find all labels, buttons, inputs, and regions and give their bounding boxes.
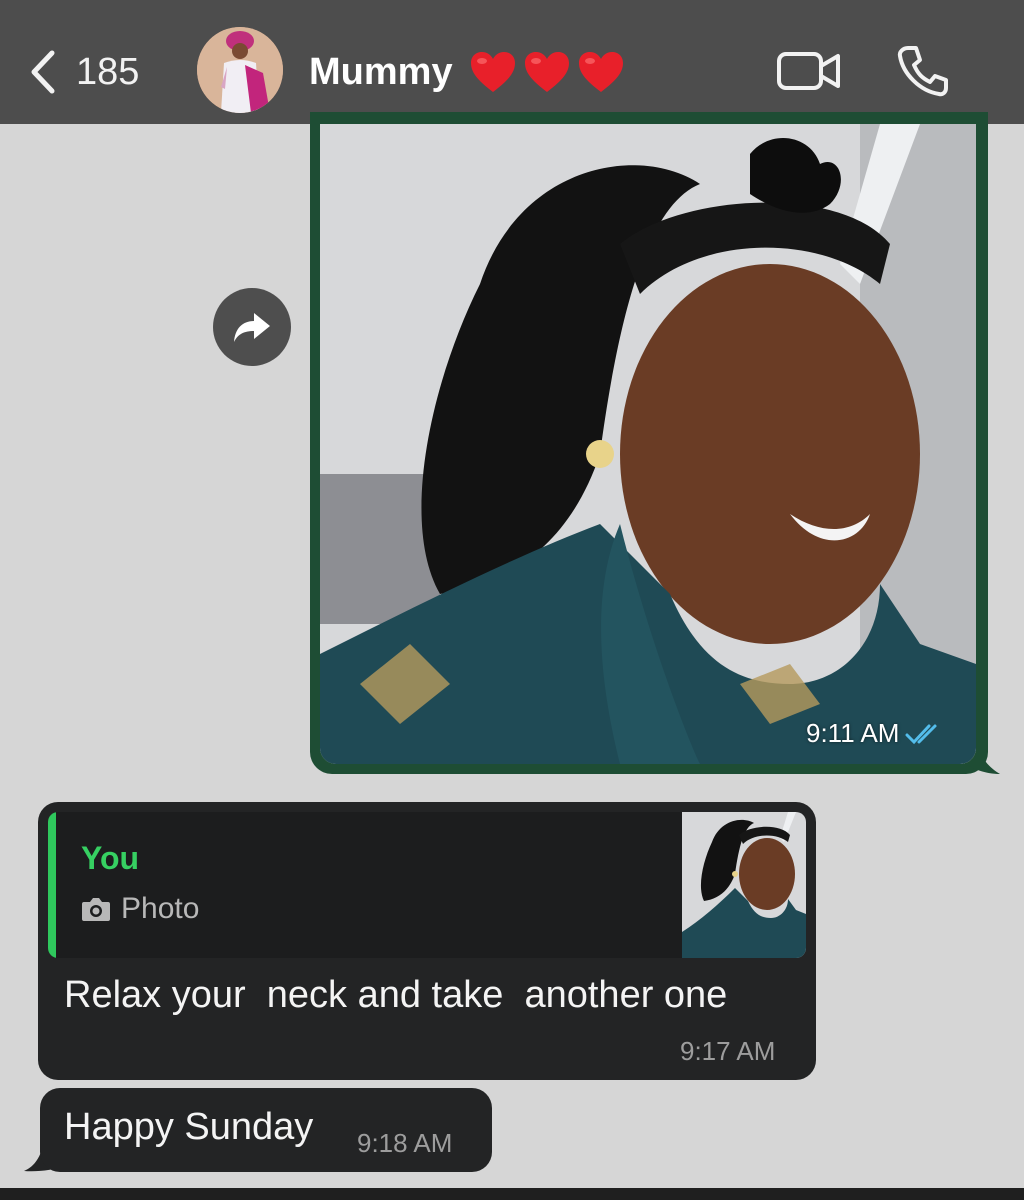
video-call-button[interactable]: [776, 48, 842, 94]
quote-type: Photo: [81, 892, 199, 926]
sunday-message-text: Happy Sunday: [64, 1106, 314, 1148]
contact-name[interactable]: Mummy: [309, 44, 625, 100]
hearts: [469, 50, 625, 94]
quoted-message[interactable]: You Photo: [48, 812, 806, 958]
back-button[interactable]: 185: [26, 44, 156, 100]
voice-call-button[interactable]: [896, 44, 950, 98]
heart-icon: [470, 52, 515, 92]
double-check-icon: [905, 724, 937, 744]
chevron-left-icon: [31, 50, 55, 94]
forward-button[interactable]: [213, 288, 291, 366]
heart-icon: [524, 52, 569, 92]
photo-image[interactable]: [320, 124, 976, 764]
unread-count: 185: [76, 50, 140, 93]
photo-time-text: 9:11 AM: [806, 718, 900, 748]
avatar[interactable]: [197, 27, 283, 113]
heart-icon: [578, 52, 623, 92]
quote-author: You: [81, 840, 140, 876]
forward-arrow-icon: [234, 313, 270, 342]
contact-name-text: Mummy: [309, 50, 453, 93]
camera-icon: [82, 898, 110, 921]
quote-thumbnail: [682, 812, 806, 958]
sunday-timestamp: 9:18 AM: [357, 1128, 453, 1158]
quote-accent-bar: [48, 812, 56, 958]
phone-call-icon: [897, 46, 948, 97]
video-call-icon: [777, 52, 840, 90]
photo-timestamp: 9:11 AM: [806, 718, 945, 749]
reply-timestamp: 9:17 AM: [680, 1036, 776, 1066]
quote-type-text: Photo: [121, 892, 200, 925]
reply-message-text: Relax your neck and take another one: [64, 974, 728, 1016]
bottom-bar: [0, 1188, 1024, 1200]
chat-header: 185 Mummy: [0, 0, 1024, 124]
